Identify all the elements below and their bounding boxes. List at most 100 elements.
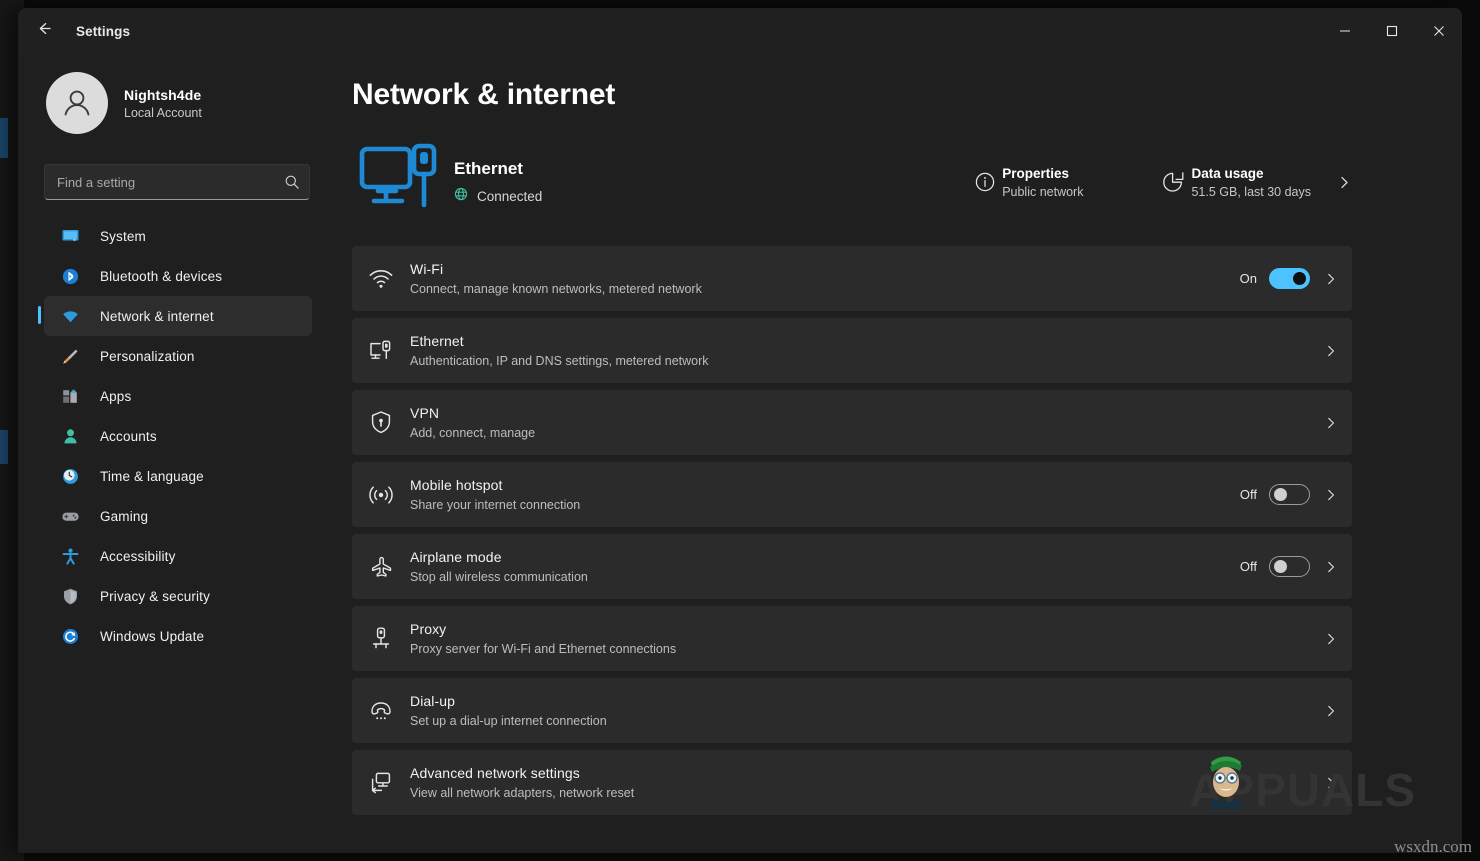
close-button[interactable] bbox=[1415, 8, 1462, 54]
chevron-right-icon[interactable] bbox=[1324, 344, 1338, 358]
sidebar: Nightsh4de Local Account bbox=[18, 54, 338, 853]
data-usage-subtitle: 51.5 GB, last 30 days bbox=[1191, 185, 1311, 199]
info-circle-icon bbox=[968, 171, 1002, 193]
app-title: Settings bbox=[76, 24, 130, 39]
airplane-icon bbox=[352, 555, 410, 579]
account-subtitle: Local Account bbox=[124, 106, 202, 120]
row-title: Proxy bbox=[410, 621, 1310, 637]
connection-status-card: Ethernet Connected bbox=[352, 134, 1352, 230]
row-vpn[interactable]: VPN Add, connect, manage bbox=[352, 390, 1352, 455]
apps-grid-icon bbox=[56, 385, 84, 407]
chevron-right-icon[interactable] bbox=[1324, 416, 1338, 430]
maximize-icon bbox=[1386, 25, 1398, 37]
airplane-mode-toggle[interactable] bbox=[1269, 556, 1310, 577]
sidebar-item-label: Network & internet bbox=[100, 309, 214, 324]
row-title: Mobile hotspot bbox=[410, 477, 1240, 493]
row-title: Dial-up bbox=[410, 693, 1310, 709]
sidebar-item-accounts[interactable]: Accounts bbox=[44, 416, 312, 456]
accessibility-icon bbox=[56, 545, 84, 567]
sidebar-item-time-language[interactable]: Time & language bbox=[44, 456, 312, 496]
sidebar-item-network-internet[interactable]: Network & internet bbox=[44, 296, 312, 336]
user-avatar-icon bbox=[57, 83, 97, 123]
sidebar-nav: System Bluetooth & devices Network bbox=[32, 216, 324, 656]
chevron-right-icon[interactable] bbox=[1324, 560, 1338, 574]
avatar bbox=[46, 72, 108, 134]
back-arrow-icon bbox=[36, 20, 53, 42]
globe-icon bbox=[454, 187, 468, 206]
row-title: Ethernet bbox=[410, 333, 1310, 349]
chevron-right-icon[interactable] bbox=[1324, 632, 1338, 646]
sidebar-item-label: Accounts bbox=[100, 429, 157, 444]
row-title: VPN bbox=[410, 405, 1310, 421]
title-bar: Settings bbox=[18, 8, 1462, 54]
chevron-right-icon[interactable] bbox=[1324, 272, 1338, 286]
row-proxy[interactable]: Proxy Proxy server for Wi-Fi and Etherne… bbox=[352, 606, 1352, 671]
row-subtitle: Add, connect, manage bbox=[410, 426, 1310, 440]
update-refresh-icon bbox=[56, 625, 84, 647]
dialup-phone-icon bbox=[352, 700, 410, 722]
account-name: Nightsh4de bbox=[124, 87, 202, 103]
wifi-icon bbox=[352, 268, 410, 290]
maximize-button[interactable] bbox=[1368, 8, 1415, 54]
advanced-network-icon bbox=[352, 771, 410, 795]
chevron-right-icon[interactable] bbox=[1324, 488, 1338, 502]
connection-status: Connected bbox=[454, 187, 542, 206]
sidebar-item-privacy-security[interactable]: Privacy & security bbox=[44, 576, 312, 616]
account-block[interactable]: Nightsh4de Local Account bbox=[46, 72, 324, 134]
row-subtitle: Share your internet connection bbox=[410, 498, 1240, 512]
hotspot-broadcast-icon bbox=[352, 484, 410, 506]
row-mobile-hotspot[interactable]: Mobile hotspot Share your internet conne… bbox=[352, 462, 1352, 527]
sidebar-item-label: Bluetooth & devices bbox=[100, 269, 222, 284]
wifi-toggle[interactable] bbox=[1269, 268, 1310, 289]
person-icon bbox=[56, 425, 84, 447]
row-airplane-mode[interactable]: Airplane mode Stop all wireless communic… bbox=[352, 534, 1352, 599]
row-advanced-network-settings[interactable]: Advanced network settings View all netwo… bbox=[352, 750, 1352, 815]
search-box[interactable] bbox=[44, 164, 310, 200]
paintbrush-icon bbox=[56, 345, 84, 367]
sidebar-item-label: Gaming bbox=[100, 509, 148, 524]
search-input[interactable] bbox=[45, 175, 275, 190]
row-title: Wi-Fi bbox=[410, 261, 1240, 277]
connection-name: Ethernet bbox=[454, 159, 542, 179]
toggle-label: On bbox=[1240, 271, 1257, 286]
sidebar-item-apps[interactable]: Apps bbox=[44, 376, 312, 416]
sidebar-item-gaming[interactable]: Gaming bbox=[44, 496, 312, 536]
wifi-icon bbox=[56, 305, 84, 327]
data-usage-action[interactable]: Data usage 51.5 GB, last 30 days bbox=[1157, 166, 1311, 199]
sidebar-item-label: Time & language bbox=[100, 469, 204, 484]
pie-chart-icon bbox=[1157, 170, 1191, 194]
sidebar-item-accessibility[interactable]: Accessibility bbox=[44, 536, 312, 576]
sidebar-item-label: Personalization bbox=[100, 349, 195, 364]
sidebar-item-label: System bbox=[100, 229, 146, 244]
row-subtitle: Connect, manage known networks, metered … bbox=[410, 282, 1240, 296]
settings-window: Settings bbox=[18, 8, 1462, 853]
row-title: Advanced network settings bbox=[410, 765, 1310, 781]
row-dial-up[interactable]: Dial-up Set up a dial-up internet connec… bbox=[352, 678, 1352, 743]
sidebar-item-bluetooth-devices[interactable]: Bluetooth & devices bbox=[44, 256, 312, 296]
sidebar-item-system[interactable]: System bbox=[44, 216, 312, 256]
chevron-right-icon[interactable] bbox=[1324, 776, 1338, 790]
settings-rows: Wi-Fi Connect, manage known networks, me… bbox=[352, 246, 1352, 815]
minimize-icon bbox=[1339, 25, 1351, 37]
window-controls bbox=[1321, 8, 1462, 54]
minimize-button[interactable] bbox=[1321, 8, 1368, 54]
main-content: Network & internet Ethernet bbox=[338, 54, 1462, 853]
system-monitor-icon bbox=[56, 225, 84, 247]
properties-action[interactable]: Properties Public network bbox=[968, 166, 1083, 199]
row-subtitle: Stop all wireless communication bbox=[410, 570, 1240, 584]
vpn-shield-icon bbox=[352, 410, 410, 435]
sidebar-item-personalization[interactable]: Personalization bbox=[44, 336, 312, 376]
row-wifi[interactable]: Wi-Fi Connect, manage known networks, me… bbox=[352, 246, 1352, 311]
mobile-hotspot-toggle[interactable] bbox=[1269, 484, 1310, 505]
search-icon bbox=[275, 174, 309, 190]
properties-subtitle: Public network bbox=[1002, 185, 1083, 199]
row-subtitle: Proxy server for Wi-Fi and Ethernet conn… bbox=[410, 642, 1310, 656]
row-ethernet[interactable]: Ethernet Authentication, IP and DNS sett… bbox=[352, 318, 1352, 383]
back-button[interactable] bbox=[24, 15, 64, 47]
chevron-right-icon[interactable] bbox=[1324, 704, 1338, 718]
toggle-label: Off bbox=[1240, 559, 1257, 574]
ethernet-port-icon bbox=[352, 339, 410, 363]
sidebar-item-label: Windows Update bbox=[100, 629, 204, 644]
sidebar-item-windows-update[interactable]: Windows Update bbox=[44, 616, 312, 656]
chevron-right-icon[interactable] bbox=[1337, 175, 1352, 190]
